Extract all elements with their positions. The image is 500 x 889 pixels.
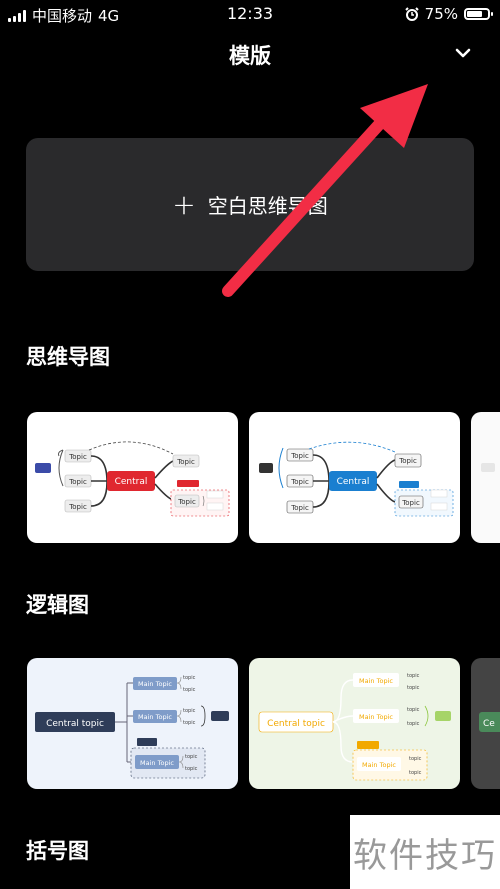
partial-central-label: Ce	[483, 719, 495, 729]
sub-topic-label: topic	[185, 754, 198, 760]
battery-percent: 75%	[424, 5, 458, 23]
sub-topic-label: topic	[407, 721, 420, 727]
sub-topic-label: topic	[409, 770, 422, 776]
main-topic-label: Main Topic	[138, 713, 172, 721]
sub-topic-label: topic	[407, 673, 420, 679]
template-mindmap-red[interactable]: Topic Topic Topic Central Topic Topic	[27, 412, 238, 543]
central-label: Central	[337, 477, 370, 487]
topic-label: Topic	[68, 478, 87, 486]
main-topic-label: Main Topic	[138, 680, 172, 688]
topic-label: Topic	[398, 457, 417, 465]
template-mindmap-partial[interactable]	[471, 412, 500, 543]
template-mindmap-blue[interactable]: Topic Topic Topic Central Topic Topic	[249, 412, 460, 543]
template-logic-partial[interactable]: Ce	[471, 658, 500, 789]
topic-label: Topic	[401, 499, 420, 507]
main-topic-label: Main Topic	[140, 759, 174, 767]
topic-label: Topic	[177, 498, 196, 506]
template-logic-yellow[interactable]: Central topic Main Topic topic topic Mai…	[249, 658, 460, 789]
main-topic-label: Main Topic	[362, 761, 396, 769]
status-bar: 中国移动 4G 12:33 75%	[0, 0, 500, 28]
topic-label: Topic	[290, 452, 309, 460]
chevron-down-icon[interactable]	[452, 42, 474, 64]
topic-label: Topic	[290, 504, 309, 512]
section-title-brace: 括号图	[26, 839, 89, 863]
central-label: Central topic	[267, 719, 325, 729]
status-right: 75%	[404, 5, 493, 23]
sub-topic-label: topic	[183, 687, 196, 693]
blank-mindmap-button[interactable]: + 空白思维导图	[26, 138, 474, 271]
sub-topic-label: topic	[183, 720, 196, 726]
plus-icon: +	[172, 188, 196, 221]
sub-topic-label: topic	[407, 707, 420, 713]
central-label: Central topic	[46, 719, 104, 729]
section-title-logic: 逻辑图	[26, 593, 89, 617]
sub-topic-label: topic	[185, 766, 198, 772]
main-topic-label: Main Topic	[359, 713, 393, 721]
sub-topic-label: topic	[183, 675, 196, 681]
page-title: 模版	[229, 44, 271, 68]
section-title-mindmap: 思维导图	[26, 345, 110, 369]
blank-mindmap-label: 空白思维导图	[207, 194, 328, 218]
topic-label: Topic	[290, 478, 309, 486]
topic-label: Topic	[176, 458, 195, 466]
sub-topic-label: topic	[409, 756, 422, 762]
topic-label: Topic	[68, 453, 87, 461]
sub-topic-label: topic	[407, 685, 420, 691]
topic-label: Topic	[68, 503, 87, 511]
alarm-icon	[404, 7, 419, 21]
template-logic-navy[interactable]: Central topic Main Topic topic topic Mai…	[27, 658, 238, 789]
battery-icon	[464, 8, 493, 20]
watermark: 软件技巧	[350, 815, 500, 889]
central-label: Central	[115, 477, 148, 487]
main-topic-label: Main Topic	[359, 677, 393, 685]
sub-topic-label: topic	[183, 708, 196, 714]
